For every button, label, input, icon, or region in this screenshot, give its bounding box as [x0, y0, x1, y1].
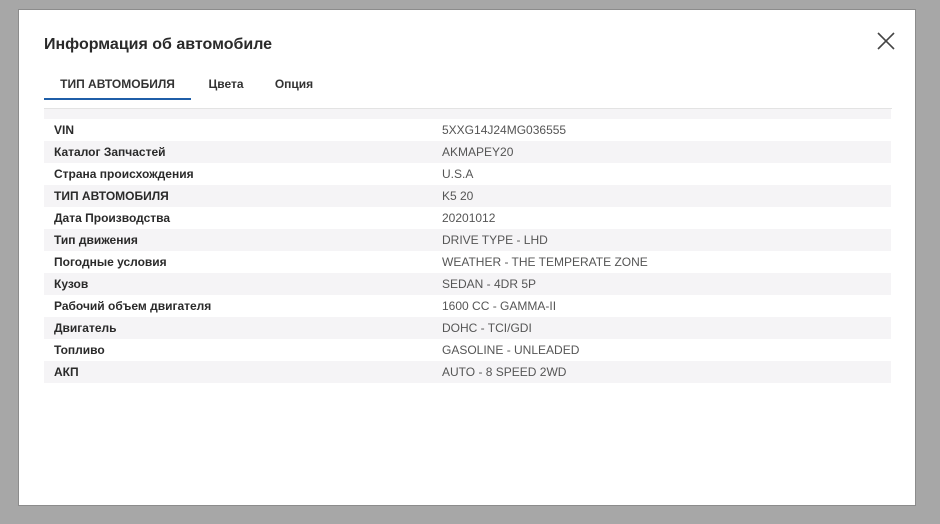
table-row: Топливо GASOLINE - UNLEADED: [44, 339, 891, 361]
row-label: VIN: [54, 123, 75, 137]
row-value: GASOLINE - UNLEADED: [442, 343, 580, 357]
row-label: Топливо: [54, 343, 105, 357]
table-row: Погодные условия WEATHER - THE TEMPERATE…: [44, 251, 891, 273]
row-value: 1600 CC - GAMMA-II: [442, 299, 557, 313]
table-row: Дата Производства 20201012: [44, 207, 891, 229]
close-button[interactable]: [875, 30, 897, 52]
table-row: ТИП АВТОМОБИЛЯ K5 20: [44, 185, 891, 207]
row-label: Страна происхождения: [54, 167, 194, 181]
row-value: U.S.A: [442, 167, 474, 181]
tab-colors[interactable]: Цвета: [191, 72, 261, 100]
row-value: DRIVE TYPE - LHD: [442, 233, 548, 247]
tab-options[interactable]: Опция: [261, 72, 327, 100]
row-value: 20201012: [442, 211, 496, 225]
close-icon: [877, 32, 895, 50]
table-row: Рабочий объем двигателя 1600 CC - GAMMA-…: [44, 295, 891, 317]
row-label: Погодные условия: [54, 255, 167, 269]
table-row: Тип движения DRIVE TYPE - LHD: [44, 229, 891, 251]
table-row: Двигатель DOHC - TCI/GDI: [44, 317, 891, 339]
row-value: DOHC - TCI/GDI: [442, 321, 532, 335]
table-row: Страна происхождения U.S.A: [44, 163, 891, 185]
row-value: AKMAPEY20: [442, 145, 514, 159]
tab-bar: ТИП АВТОМОБИЛЯ Цвета Опция: [44, 72, 892, 109]
row-label: Дата Производства: [54, 211, 171, 225]
row-label: ТИП АВТОМОБИЛЯ: [54, 189, 169, 203]
row-label: Каталог Запчастей: [54, 145, 166, 159]
table-header-spacer: [44, 109, 891, 119]
row-label: Кузов: [54, 277, 89, 291]
vehicle-info-modal: Информация об автомобиле ТИП АВТОМОБИЛЯ …: [18, 9, 916, 506]
row-value: K5 20: [442, 189, 474, 203]
row-label: Двигатель: [54, 321, 117, 335]
row-value: 5XXG14J24MG036555: [442, 123, 567, 137]
row-value: WEATHER - THE TEMPERATE ZONE: [442, 255, 648, 269]
vehicle-info-table: VIN 5XXG14J24MG036555 Каталог Запчастей …: [44, 109, 891, 383]
row-label: АКП: [54, 365, 79, 379]
table-row: АКП AUTO - 8 SPEED 2WD: [44, 361, 891, 383]
table-row: Кузов SEDAN - 4DR 5P: [44, 273, 891, 295]
modal-title: Информация об автомобиле: [44, 36, 273, 53]
tab-vehicle-type[interactable]: ТИП АВТОМОБИЛЯ: [44, 72, 191, 100]
table-row: VIN 5XXG14J24MG036555: [44, 119, 891, 141]
row-label: Тип движения: [54, 233, 138, 247]
row-label: Рабочий объем двигателя: [54, 299, 212, 313]
row-value: SEDAN - 4DR 5P: [442, 277, 537, 291]
row-value: AUTO - 8 SPEED 2WD: [442, 365, 567, 379]
table-row: Каталог Запчастей AKMAPEY20: [44, 141, 891, 163]
